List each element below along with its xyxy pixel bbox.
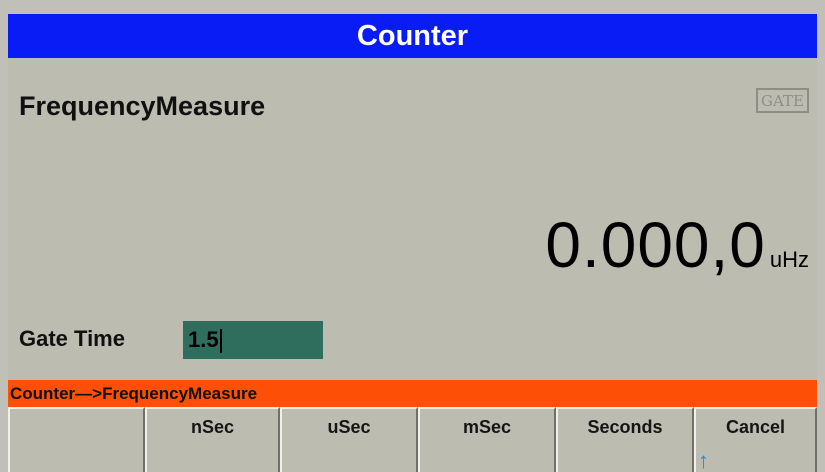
frequency-reading: 0.000,0 uHz [545, 208, 809, 282]
gate-time-label: Gate Time [19, 326, 125, 351]
title-bar: Counter [8, 14, 817, 58]
reading-unit: uHz [769, 247, 809, 272]
display-frame: Counter FrequencyMeasure GATE 0.000,0 uHz… [8, 14, 817, 472]
softkey-cancel[interactable]: Cancel ↑ [694, 407, 817, 472]
softkey-seconds-label: Seconds [587, 417, 663, 437]
softkey-bar: nSec uSec mSec Seconds Cancel ↑ [8, 407, 817, 472]
status-bar: Counter—>FrequencyMeasure [8, 380, 817, 407]
softkey-usec-label: uSec [327, 417, 371, 437]
softkey-cancel-label: Cancel [725, 417, 786, 437]
reading-value: 0.000,0 [545, 209, 766, 281]
gate-time-input[interactable]: 1.5 [183, 321, 323, 359]
mode-title: FrequencyMeasure [19, 91, 266, 121]
gate-indicator: GATE [756, 88, 809, 113]
up-arrow-icon: ↑ [698, 448, 709, 472]
softkey-nsec-label: nSec [190, 417, 235, 437]
gate-time-value: 1.5 [188, 327, 219, 352]
softkey-usec[interactable]: uSec [280, 407, 418, 472]
softkey-1[interactable] [8, 407, 145, 472]
softkey-nsec[interactable]: nSec [145, 407, 280, 472]
softkey-msec-label: mSec [462, 417, 512, 437]
softkey-seconds[interactable]: Seconds [556, 407, 694, 472]
instrument-screen: Counter FrequencyMeasure GATE 0.000,0 uHz… [0, 0, 825, 472]
softkey-msec[interactable]: mSec [418, 407, 556, 472]
text-cursor [219, 329, 222, 354]
